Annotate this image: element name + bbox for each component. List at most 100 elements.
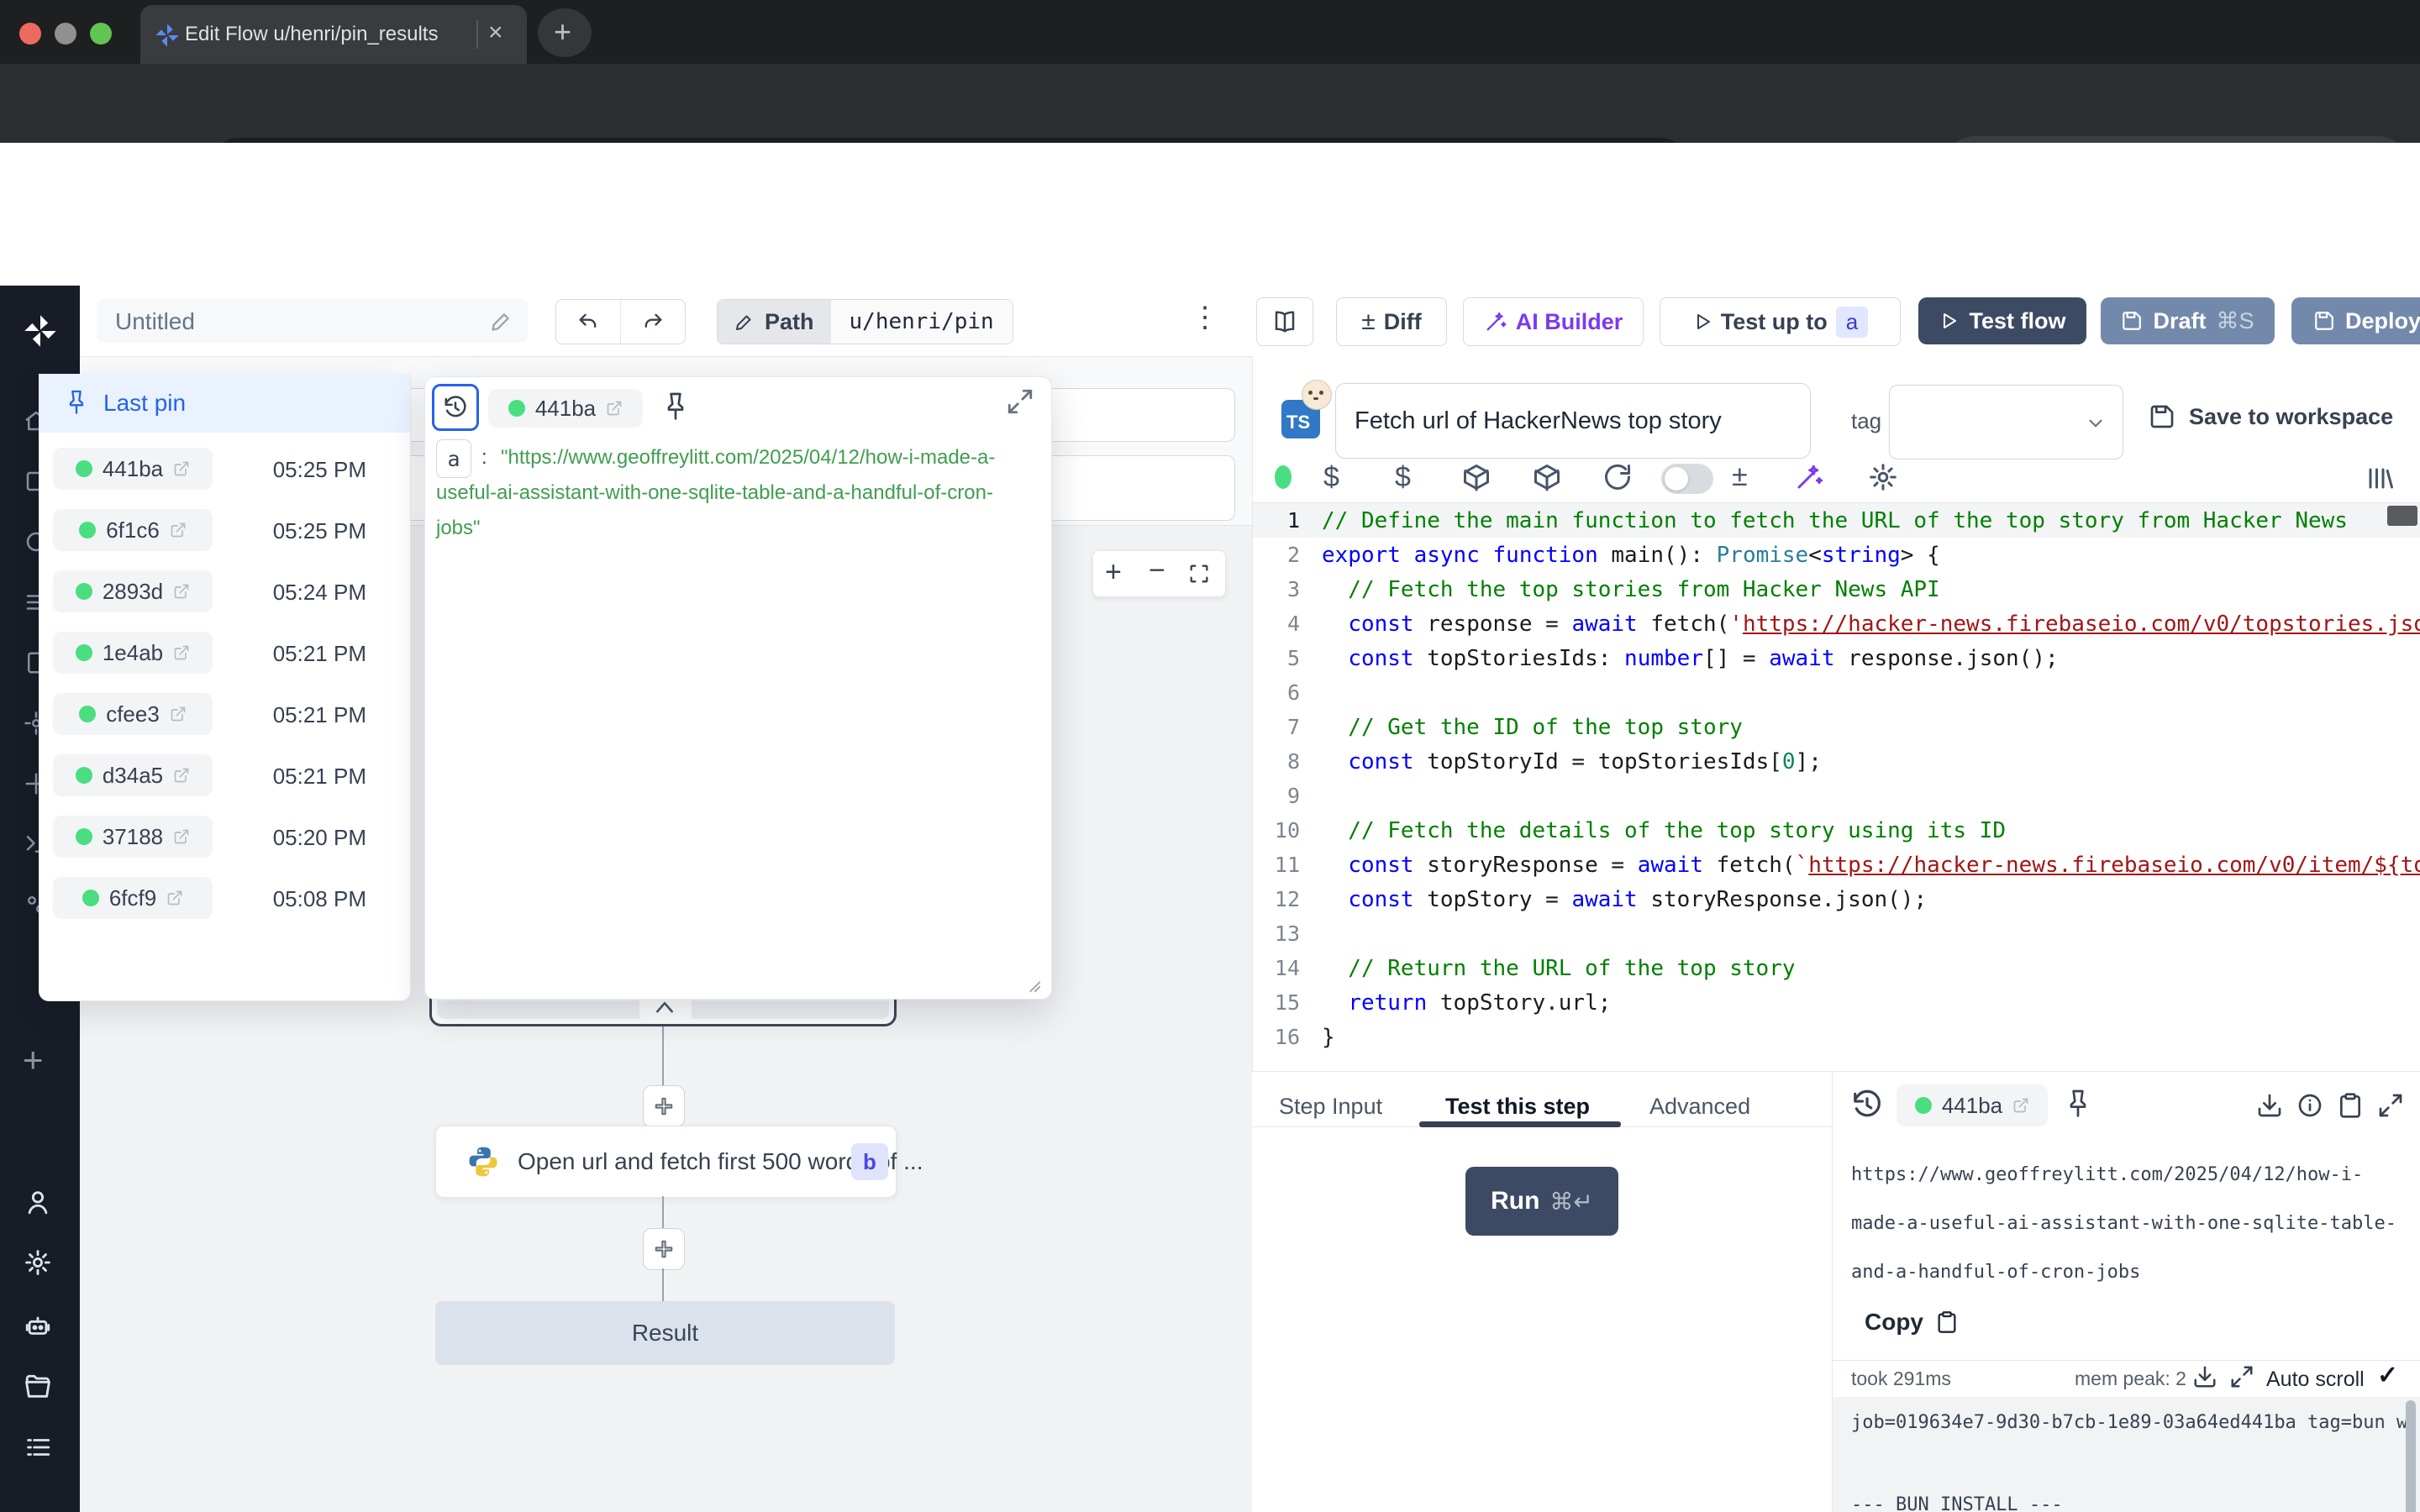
package-icon[interactable] <box>1532 462 1562 492</box>
run-id-badge[interactable]: 2893d <box>53 570 213 612</box>
pin-icon[interactable] <box>662 389 689 426</box>
tab-test-this-step[interactable]: Test this step <box>1445 1094 1590 1120</box>
external-link-icon[interactable] <box>173 460 190 477</box>
insert-step-button[interactable] <box>643 1228 685 1270</box>
test-flow-button[interactable]: Test flow <box>1918 297 2086 344</box>
ai-builder-button[interactable]: AI Builder <box>1463 297 1644 346</box>
editor-settings-gear-icon[interactable] <box>1868 462 1898 492</box>
expand-popup-icon[interactable] <box>1006 387 1034 416</box>
external-link-icon[interactable] <box>170 522 187 538</box>
minimize-window-button[interactable] <box>55 23 76 45</box>
close-window-button[interactable] <box>19 23 41 45</box>
code-line[interactable]: 6 <box>1253 675 2420 710</box>
folder-icon[interactable] <box>24 1373 52 1401</box>
external-link-icon[interactable] <box>2012 1097 2029 1114</box>
run-id-badge[interactable]: d34a5 <box>53 754 213 796</box>
env-vars-icon[interactable]: $ <box>1323 461 1339 494</box>
gear-icon[interactable] <box>24 1248 52 1277</box>
tag-select[interactable] <box>1889 385 2123 459</box>
deploy-button[interactable]: Deploy <box>2291 297 2420 344</box>
external-link-icon[interactable] <box>173 828 190 845</box>
list-icon[interactable] <box>24 1433 52 1462</box>
step-node-python[interactable]: Open url and fetch first 500 words of ..… <box>435 1126 897 1198</box>
copy-button[interactable]: Copy <box>1865 1309 1959 1336</box>
external-link-icon[interactable] <box>166 890 183 906</box>
pin-run-row[interactable]: 6fcf905:08 PM <box>39 868 410 929</box>
auto-scroll-checkmark-icon[interactable]: ✓ <box>2377 1361 2398 1390</box>
fit-view-icon[interactable] <box>1187 562 1211 585</box>
copy-result-icon[interactable] <box>2337 1092 2364 1119</box>
diff-mode-icon[interactable]: ± <box>1732 460 1748 493</box>
info-icon[interactable] <box>2296 1092 2323 1119</box>
run-id-badge[interactable]: 6f1c6 <box>53 509 213 551</box>
tab-step-input[interactable]: Step Input <box>1279 1094 1382 1120</box>
tab-close-icon[interactable]: × <box>488 18 503 47</box>
refresh-icon[interactable] <box>1602 462 1633 492</box>
result-node[interactable]: Result <box>435 1301 895 1365</box>
header-kebab-icon[interactable]: ⋮ <box>1191 301 1219 334</box>
editor-scrollbar-thumb[interactable] <box>2387 506 2417 526</box>
context-vars-icon[interactable]: $ <box>1395 461 1411 494</box>
run-id-badge[interactable]: 441ba <box>53 448 213 490</box>
redo-button[interactable] <box>621 300 685 344</box>
expand-result-icon[interactable] <box>2377 1092 2404 1119</box>
save-to-workspace-button[interactable]: Save to workspace <box>2149 403 2393 430</box>
ai-wand-icon[interactable] <box>1794 462 1824 492</box>
pin-run-row[interactable]: 3718805:20 PM <box>39 806 410 868</box>
download-logs-icon[interactable] <box>2192 1364 2217 1389</box>
code-line[interactable]: 15 return topStory.url; <box>1253 985 2420 1020</box>
external-link-icon[interactable] <box>173 767 190 784</box>
run-id-badge[interactable]: cfee3 <box>53 693 213 735</box>
log-output[interactable]: job=019634e7-9d30-b7cb-1e89-03a64ed441ba… <box>1833 1397 2420 1512</box>
pin-run-row[interactable]: 2893d05:24 PM <box>39 561 410 622</box>
run-id-badge[interactable]: 1e4ab <box>53 632 213 674</box>
pin-run-row[interactable]: 6f1c605:25 PM <box>39 500 410 561</box>
run-id-badge[interactable]: 37188 <box>53 816 213 858</box>
pin-run-row[interactable]: 441ba05:25 PM <box>39 438 410 500</box>
run-id-badge[interactable]: 6fcf9 <box>53 877 213 919</box>
code-line[interactable]: 8 const topStoryId = topStoriesIds[0]; <box>1253 744 2420 779</box>
expand-logs-icon[interactable] <box>2229 1364 2254 1389</box>
browser-tab[interactable]: Edit Flow u/henri/pin_results × <box>140 5 527 64</box>
zoom-in-button[interactable]: + <box>1105 556 1122 589</box>
step-summary-input[interactable]: Fetch url of HackerNews top story <box>1335 383 1811 459</box>
tab-advanced[interactable]: Advanced <box>1649 1094 1750 1120</box>
download-result-icon[interactable] <box>2256 1092 2283 1119</box>
undo-button[interactable] <box>556 300 621 344</box>
run-id-badge[interactable]: 441ba <box>488 389 643 428</box>
sidebar-add-icon[interactable]: + <box>23 1040 44 1080</box>
code-line[interactable]: 7 // Get the ID of the top story <box>1253 710 2420 744</box>
diff-button[interactable]: ± Diff <box>1336 297 1447 346</box>
last-pin-header[interactable]: Last pin <box>39 374 410 433</box>
history-icon[interactable] <box>1851 1089 1883 1121</box>
zoom-out-button[interactable]: − <box>1149 554 1165 587</box>
zoom-window-button[interactable] <box>90 23 112 45</box>
code-line[interactable]: 12 const topStory = await storyResponse.… <box>1253 882 2420 916</box>
code-line[interactable]: 3 // Fetch the top stories from Hacker N… <box>1253 572 2420 606</box>
path-widget[interactable]: Path u/henri/pin <box>717 299 1013 344</box>
external-link-icon[interactable] <box>606 400 623 417</box>
user-icon[interactable] <box>24 1188 52 1216</box>
code-line[interactable]: 16} <box>1253 1020 2420 1054</box>
external-link-icon[interactable] <box>170 706 187 722</box>
code-line[interactable]: 1// Define the main function to fetch th… <box>1253 503 2420 538</box>
path-label-segment[interactable]: Path <box>718 300 831 344</box>
code-line[interactable]: 13 <box>1253 916 2420 951</box>
test-up-to-button[interactable]: Test up to a <box>1660 297 1901 346</box>
code-editor[interactable]: 1// Define the main function to fetch th… <box>1253 503 2420 1071</box>
pin-icon[interactable] <box>2065 1086 2091 1123</box>
resize-handle-icon[interactable] <box>1023 975 1042 994</box>
windmill-logo[interactable] <box>22 312 59 349</box>
auto-scroll-label[interactable]: Auto scroll <box>2266 1368 2365 1392</box>
insert-step-button[interactable] <box>643 1085 685 1127</box>
history-toggle-button[interactable] <box>432 384 479 431</box>
library-icon[interactable] <box>2365 462 2396 492</box>
pin-run-row[interactable]: 1e4ab05:21 PM <box>39 622 410 684</box>
pin-run-row[interactable]: d34a505:21 PM <box>39 745 410 806</box>
draft-button[interactable]: Draft ⌘S <box>2101 297 2275 344</box>
external-link-icon[interactable] <box>173 583 190 600</box>
new-tab-button[interactable]: + <box>538 8 592 57</box>
toggle-switch[interactable] <box>1661 464 1713 494</box>
flow-title-input[interactable]: Untitled <box>97 299 528 343</box>
code-line[interactable]: 11 const storyResponse = await fetch(`ht… <box>1253 848 2420 882</box>
